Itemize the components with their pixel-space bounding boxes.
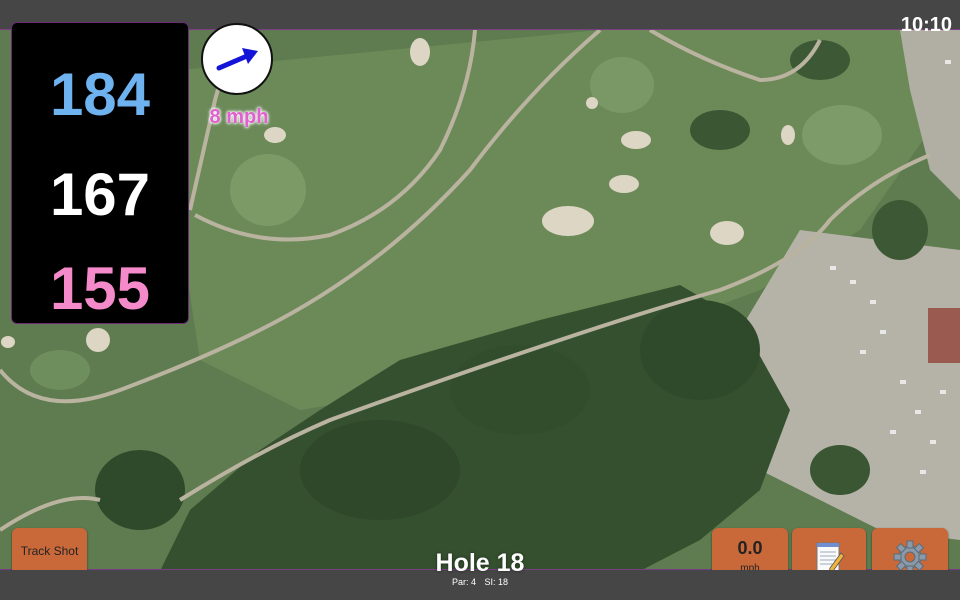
speed-value: 0.0 [737, 538, 763, 558]
hole-info: Par: 4 SI: 18 [380, 577, 580, 587]
distance-back: 184 [49, 61, 151, 128]
distance-front: 155 [49, 255, 151, 322]
hole-par: Par: 4 [451, 577, 476, 587]
hole-stroke-index: SI: 18 [484, 577, 509, 587]
clock: 10:10 [900, 14, 952, 36]
wind-speed: 8 mph [209, 106, 269, 128]
track-shot-label: Track Shot [20, 544, 79, 558]
wind-direction-dial [201, 23, 273, 95]
distance-panel: 184 167 155 [12, 23, 188, 323]
hole-title: Hole 18 [435, 549, 525, 577]
arrow-right-icon [216, 48, 258, 71]
distance-middle: 167 [49, 161, 151, 228]
